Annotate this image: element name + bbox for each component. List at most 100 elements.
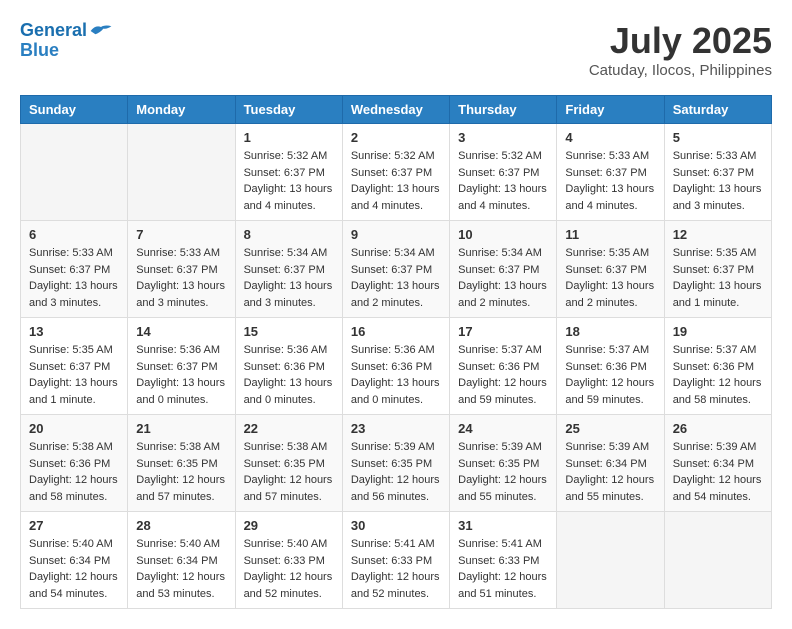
- daylight-text: Daylight: 12 hours and 56 minutes.: [351, 474, 440, 503]
- calendar-day-cell: 6 Sunrise: 5:33 AM Sunset: 6:37 PM Dayli…: [21, 221, 128, 318]
- day-info: Sunrise: 5:34 AM Sunset: 6:37 PM Dayligh…: [458, 245, 548, 311]
- daylight-text: Daylight: 13 hours and 3 minutes.: [244, 280, 333, 309]
- day-number: 13: [29, 324, 119, 339]
- calendar-table: Sunday Monday Tuesday Wednesday Thursday…: [20, 95, 772, 609]
- sunrise-text: Sunrise: 5:32 AM: [244, 150, 328, 162]
- day-number: 2: [351, 130, 441, 145]
- calendar-day-cell: 23 Sunrise: 5:39 AM Sunset: 6:35 PM Dayl…: [342, 415, 449, 512]
- logo-text: General: [20, 20, 87, 42]
- calendar-day-cell: 15 Sunrise: 5:36 AM Sunset: 6:36 PM Dayl…: [235, 318, 342, 415]
- daylight-text: Daylight: 12 hours and 53 minutes.: [136, 571, 225, 600]
- logo-bird-icon: [89, 21, 113, 41]
- sunset-text: Sunset: 6:36 PM: [244, 361, 325, 373]
- day-number: 9: [351, 227, 441, 242]
- day-info: Sunrise: 5:40 AM Sunset: 6:34 PM Dayligh…: [136, 536, 226, 602]
- day-number: 24: [458, 421, 548, 436]
- calendar-day-cell: 17 Sunrise: 5:37 AM Sunset: 6:36 PM Dayl…: [450, 318, 557, 415]
- sunset-text: Sunset: 6:37 PM: [458, 167, 539, 179]
- day-info: Sunrise: 5:41 AM Sunset: 6:33 PM Dayligh…: [458, 536, 548, 602]
- day-number: 7: [136, 227, 226, 242]
- day-number: 8: [244, 227, 334, 242]
- day-number: 3: [458, 130, 548, 145]
- daylight-text: Daylight: 12 hours and 58 minutes.: [673, 377, 762, 406]
- daylight-text: Daylight: 13 hours and 2 minutes.: [458, 280, 547, 309]
- sunset-text: Sunset: 6:34 PM: [136, 555, 217, 567]
- day-info: Sunrise: 5:39 AM Sunset: 6:35 PM Dayligh…: [458, 439, 548, 505]
- calendar-day-cell: 7 Sunrise: 5:33 AM Sunset: 6:37 PM Dayli…: [128, 221, 235, 318]
- sunrise-text: Sunrise: 5:36 AM: [136, 344, 220, 356]
- day-info: Sunrise: 5:32 AM Sunset: 6:37 PM Dayligh…: [351, 148, 441, 214]
- sunrise-text: Sunrise: 5:39 AM: [351, 441, 435, 453]
- day-info: Sunrise: 5:34 AM Sunset: 6:37 PM Dayligh…: [351, 245, 441, 311]
- sunrise-text: Sunrise: 5:40 AM: [29, 538, 113, 550]
- day-info: Sunrise: 5:36 AM Sunset: 6:36 PM Dayligh…: [351, 342, 441, 408]
- daylight-text: Daylight: 12 hours and 52 minutes.: [351, 571, 440, 600]
- day-number: 28: [136, 518, 226, 533]
- sunrise-text: Sunrise: 5:37 AM: [673, 344, 757, 356]
- day-number: 15: [244, 324, 334, 339]
- sunrise-text: Sunrise: 5:36 AM: [351, 344, 435, 356]
- calendar-day-cell: 14 Sunrise: 5:36 AM Sunset: 6:37 PM Dayl…: [128, 318, 235, 415]
- day-info: Sunrise: 5:37 AM Sunset: 6:36 PM Dayligh…: [565, 342, 655, 408]
- daylight-text: Daylight: 13 hours and 0 minutes.: [244, 377, 333, 406]
- sunrise-text: Sunrise: 5:39 AM: [458, 441, 542, 453]
- day-info: Sunrise: 5:41 AM Sunset: 6:33 PM Dayligh…: [351, 536, 441, 602]
- daylight-text: Daylight: 12 hours and 57 minutes.: [136, 474, 225, 503]
- day-number: 27: [29, 518, 119, 533]
- sunrise-text: Sunrise: 5:35 AM: [29, 344, 113, 356]
- day-info: Sunrise: 5:36 AM Sunset: 6:37 PM Dayligh…: [136, 342, 226, 408]
- calendar-day-cell: 26 Sunrise: 5:39 AM Sunset: 6:34 PM Dayl…: [664, 415, 771, 512]
- location: Catuday, Ilocos, Philippines: [589, 62, 772, 79]
- day-info: Sunrise: 5:37 AM Sunset: 6:36 PM Dayligh…: [458, 342, 548, 408]
- sunset-text: Sunset: 6:34 PM: [29, 555, 110, 567]
- daylight-text: Daylight: 12 hours and 59 minutes.: [458, 377, 547, 406]
- sunset-text: Sunset: 6:37 PM: [136, 361, 217, 373]
- sunset-text: Sunset: 6:33 PM: [351, 555, 432, 567]
- day-number: 25: [565, 421, 655, 436]
- sunset-text: Sunset: 6:37 PM: [244, 264, 325, 276]
- sunrise-text: Sunrise: 5:33 AM: [29, 247, 113, 259]
- sunrise-text: Sunrise: 5:40 AM: [244, 538, 328, 550]
- day-number: 20: [29, 421, 119, 436]
- day-info: Sunrise: 5:33 AM Sunset: 6:37 PM Dayligh…: [136, 245, 226, 311]
- sunset-text: Sunset: 6:37 PM: [565, 264, 646, 276]
- calendar-day-cell: 22 Sunrise: 5:38 AM Sunset: 6:35 PM Dayl…: [235, 415, 342, 512]
- day-number: 1: [244, 130, 334, 145]
- calendar-day-cell: 5 Sunrise: 5:33 AM Sunset: 6:37 PM Dayli…: [664, 124, 771, 221]
- sunrise-text: Sunrise: 5:34 AM: [458, 247, 542, 259]
- sunset-text: Sunset: 6:37 PM: [458, 264, 539, 276]
- calendar-day-cell: 8 Sunrise: 5:34 AM Sunset: 6:37 PM Dayli…: [235, 221, 342, 318]
- day-info: Sunrise: 5:33 AM Sunset: 6:37 PM Dayligh…: [29, 245, 119, 311]
- sunset-text: Sunset: 6:37 PM: [673, 264, 754, 276]
- daylight-text: Daylight: 12 hours and 58 minutes.: [29, 474, 118, 503]
- calendar-day-cell: [21, 124, 128, 221]
- sunset-text: Sunset: 6:34 PM: [673, 458, 754, 470]
- day-number: 18: [565, 324, 655, 339]
- sunrise-text: Sunrise: 5:32 AM: [351, 150, 435, 162]
- sunrise-text: Sunrise: 5:41 AM: [458, 538, 542, 550]
- day-info: Sunrise: 5:37 AM Sunset: 6:36 PM Dayligh…: [673, 342, 763, 408]
- month-title: July 2025: [589, 20, 772, 62]
- sunset-text: Sunset: 6:35 PM: [244, 458, 325, 470]
- sunset-text: Sunset: 6:36 PM: [351, 361, 432, 373]
- calendar-day-cell: 19 Sunrise: 5:37 AM Sunset: 6:36 PM Dayl…: [664, 318, 771, 415]
- daylight-text: Daylight: 13 hours and 0 minutes.: [136, 377, 225, 406]
- day-number: 5: [673, 130, 763, 145]
- day-info: Sunrise: 5:39 AM Sunset: 6:34 PM Dayligh…: [565, 439, 655, 505]
- day-info: Sunrise: 5:38 AM Sunset: 6:35 PM Dayligh…: [244, 439, 334, 505]
- sunrise-text: Sunrise: 5:33 AM: [565, 150, 649, 162]
- sunset-text: Sunset: 6:37 PM: [136, 264, 217, 276]
- day-number: 12: [673, 227, 763, 242]
- calendar-day-cell: 9 Sunrise: 5:34 AM Sunset: 6:37 PM Dayli…: [342, 221, 449, 318]
- calendar-day-cell: 10 Sunrise: 5:34 AM Sunset: 6:37 PM Dayl…: [450, 221, 557, 318]
- day-info: Sunrise: 5:32 AM Sunset: 6:37 PM Dayligh…: [244, 148, 334, 214]
- header-sunday: Sunday: [21, 96, 128, 124]
- calendar-week-row: 13 Sunrise: 5:35 AM Sunset: 6:37 PM Dayl…: [21, 318, 772, 415]
- day-number: 23: [351, 421, 441, 436]
- calendar-day-cell: 28 Sunrise: 5:40 AM Sunset: 6:34 PM Dayl…: [128, 512, 235, 609]
- calendar-day-cell: 13 Sunrise: 5:35 AM Sunset: 6:37 PM Dayl…: [21, 318, 128, 415]
- day-number: 10: [458, 227, 548, 242]
- daylight-text: Daylight: 13 hours and 3 minutes.: [673, 183, 762, 212]
- day-number: 11: [565, 227, 655, 242]
- sunset-text: Sunset: 6:37 PM: [351, 167, 432, 179]
